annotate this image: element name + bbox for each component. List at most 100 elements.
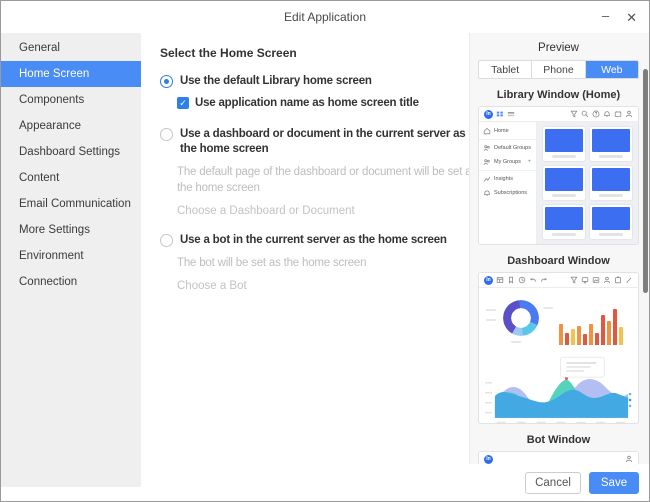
bar <box>589 324 593 345</box>
sidebar-item-general[interactable]: General <box>1 35 141 61</box>
library-toolbar: In <box>479 107 638 122</box>
bot-toolbar: In <box>479 452 638 464</box>
tab-tablet[interactable]: Tablet <box>479 61 532 78</box>
bar <box>565 333 569 345</box>
radio-default-library[interactable] <box>160 75 173 88</box>
filter-icon <box>570 276 578 284</box>
share-icon <box>540 276 548 284</box>
preview-panel: Preview Tablet Phone Web Library Window … <box>469 33 649 464</box>
bot-window-title: Bot Window <box>478 434 639 446</box>
dashboard-preview-charts <box>479 288 638 424</box>
subscriptions-icon <box>483 189 491 197</box>
bot-window-preview: In <box>478 451 639 464</box>
edit-application-dialog: Edit Application – ✕ General Home Screen… <box>0 0 650 502</box>
radio-bot[interactable] <box>160 234 173 247</box>
notifications-icon <box>603 110 611 118</box>
tab-web[interactable]: Web <box>586 61 638 78</box>
bar <box>601 315 605 345</box>
export-icon <box>592 276 600 284</box>
tooltip-card <box>560 357 604 377</box>
grid-view-icon <box>496 110 504 118</box>
user-icon <box>603 276 611 284</box>
sidebar-item-email-communication[interactable]: Email Communication <box>1 191 141 217</box>
option-description: The default page of the dashboard or doc… <box>177 164 469 196</box>
bookmark-icon <box>507 276 515 284</box>
tab-phone[interactable]: Phone <box>532 61 585 78</box>
bar <box>559 324 563 345</box>
library-tile <box>543 205 585 239</box>
sidebar-item-dashboard-settings[interactable]: Dashboard Settings <box>1 139 141 165</box>
bar <box>577 326 581 345</box>
preview-scrollbar[interactable] <box>643 69 648 293</box>
choose-bot-link[interactable]: Choose a Bot <box>177 280 469 292</box>
groups-icon <box>483 158 491 166</box>
monitor-icon <box>581 276 589 284</box>
user-icon <box>625 455 633 463</box>
library-tile <box>590 205 632 239</box>
sidebar-item-home-screen[interactable]: Home Screen <box>1 61 141 87</box>
device-tabs: Tablet Phone Web <box>478 60 639 79</box>
option-label[interactable]: Use a bot in the current server as the h… <box>180 233 447 248</box>
bar <box>583 334 587 345</box>
bar-chart <box>559 297 626 345</box>
history-icon <box>518 276 526 284</box>
library-tile-grid <box>537 122 638 244</box>
filter-icon <box>570 110 578 118</box>
save-button[interactable]: Save <box>589 472 639 494</box>
dashboard-window-preview: In <box>478 272 639 424</box>
sidebar-item-more-settings[interactable]: More Settings <box>1 217 141 243</box>
bar <box>595 333 599 345</box>
close-icon[interactable]: ✕ <box>626 11 637 24</box>
preview-title: Preview <box>478 42 639 54</box>
app-logo: In <box>484 276 493 285</box>
option-label[interactable]: Use the default Library home screen <box>180 74 372 89</box>
groups-icon <box>483 144 491 152</box>
page-title: Select the Home Screen <box>160 46 469 60</box>
library-window-preview: In Home <box>478 106 639 245</box>
edit-icon <box>625 276 633 284</box>
checkbox-app-name-title[interactable]: ✓ <box>177 97 189 109</box>
table-icon <box>496 276 504 284</box>
sidebar-item-content[interactable]: Content <box>1 165 141 191</box>
option-default-library: Use the default Library home screen ✓ Us… <box>160 74 469 111</box>
clipboard-icon <box>614 276 622 284</box>
donut-chart <box>503 300 539 336</box>
area-chart <box>483 351 634 424</box>
search-icon <box>581 110 589 118</box>
cancel-button[interactable]: Cancel <box>525 472 581 494</box>
help-icon <box>592 110 600 118</box>
list-view-icon <box>507 110 515 118</box>
app-logo: In <box>484 110 493 119</box>
radio-dashboard-document[interactable] <box>160 128 173 141</box>
library-tile <box>543 127 585 161</box>
sidebar-item-environment-connection[interactable]: Environment Connection <box>1 243 141 269</box>
donut-widget <box>483 291 555 349</box>
option-bot: Use a bot in the current server as the h… <box>160 233 469 292</box>
sidebar-item-components[interactable]: Components <box>1 87 141 113</box>
library-nav-my-groups: My Groups + <box>479 155 536 169</box>
bar <box>607 321 611 345</box>
sidebar-item-appearance[interactable]: Appearance <box>1 113 141 139</box>
library-nav: Home Default Groups My Groups + <box>479 122 537 244</box>
dialog-footer: Cancel Save <box>1 464 649 501</box>
option-dashboard-document: Use a dashboard or document in the curre… <box>160 127 469 217</box>
library-nav-default-groups: Default Groups <box>479 141 536 155</box>
bar <box>613 309 617 345</box>
add-group-icon: + <box>527 159 531 165</box>
user-icon <box>625 110 633 118</box>
insights-icon <box>483 175 491 183</box>
library-nav-subscriptions: Subscriptions <box>479 186 536 200</box>
undo-icon <box>529 276 537 284</box>
library-tile <box>543 166 585 200</box>
library-tile <box>590 127 632 161</box>
sidebar-footer-extension <box>1 464 141 487</box>
checkbox-label[interactable]: Use application name as home screen titl… <box>195 96 419 111</box>
option-description: The bot will be set as the home screen <box>177 255 469 271</box>
option-label[interactable]: Use a dashboard or document in the curre… <box>180 127 469 157</box>
choose-dashboard-link[interactable]: Choose a Dashboard or Document <box>177 205 469 217</box>
calendar-icon <box>614 110 622 118</box>
minimize-icon[interactable]: – <box>602 9 609 22</box>
library-tile <box>590 166 632 200</box>
app-logo: In <box>484 455 493 464</box>
library-window-title: Library Window (Home) <box>478 89 639 101</box>
